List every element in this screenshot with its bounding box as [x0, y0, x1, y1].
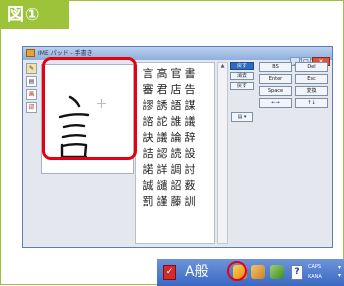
candidate-char[interactable]: 高: [155, 66, 169, 82]
candidate-list: 言高官書審君店告謬誘語謀諮詑誰議訣議論辞詰認読設諾詳調討誠譴詔薮罰謹藤訓: [135, 62, 215, 244]
options-dropdown[interactable]: ▤ ▾: [231, 112, 253, 122]
candidate-char[interactable]: 語: [169, 98, 183, 114]
del-key[interactable]: Del: [295, 62, 328, 72]
handwriting-area-highlight: [42, 57, 137, 160]
ime-logo-icon[interactable]: ✓: [163, 265, 176, 280]
app-icon: [26, 49, 35, 57]
caps-kana-indicator: CAPS KANA: [308, 262, 336, 284]
caps-label: CAPS: [308, 264, 322, 270]
convert-key[interactable]: 変換: [295, 86, 328, 96]
dictionary-icon[interactable]: [251, 265, 265, 279]
candidate-char[interactable]: 譴: [155, 178, 169, 194]
candidate-char[interactable]: 告: [183, 82, 197, 98]
undo-button[interactable]: 消去: [230, 72, 254, 80]
candidate-char[interactable]: 誠: [141, 178, 155, 194]
candidate-char[interactable]: 諾: [141, 162, 155, 178]
recognize-button[interactable]: 戻す: [230, 62, 254, 70]
candidate-scrollbar[interactable]: ▲: [217, 62, 228, 244]
stroke-count-tool-button[interactable]: 画: [26, 89, 37, 100]
figure-label: 図①: [1, 1, 69, 29]
kana-label: KANA: [308, 274, 322, 280]
candidate-char[interactable]: 言: [141, 66, 155, 82]
candidate-char[interactable]: 読: [169, 146, 183, 162]
candidate-char[interactable]: 討: [183, 162, 197, 178]
candidate-char[interactable]: 藤: [169, 194, 183, 210]
edit-buttons: 戻す 消去 戻す: [230, 62, 254, 92]
candidate-char[interactable]: 詑: [155, 114, 169, 130]
candidate-char[interactable]: 詳: [155, 162, 169, 178]
space-key[interactable]: Space: [259, 86, 292, 96]
candidate-char[interactable]: 訣: [141, 130, 155, 146]
candidate-char[interactable]: 議: [155, 130, 169, 146]
esc-key[interactable]: Esc: [295, 74, 328, 84]
candidate-char[interactable]: 書: [183, 66, 197, 82]
candidate-char[interactable]: 罰: [141, 194, 155, 210]
candidate-char[interactable]: 薮: [183, 178, 197, 194]
up-down-arrow-key[interactable]: ↑↓: [295, 98, 328, 108]
left-right-arrow-key[interactable]: ←→: [259, 98, 292, 108]
tool-icon[interactable]: [270, 265, 284, 279]
candidate-grid: 言高官書審君店告謬誘語謀諮詑誰議訣議論辞詰認読設諾詳調討誠譴詔薮罰謹藤訓: [141, 66, 197, 210]
candidate-char[interactable]: 謀: [183, 98, 197, 114]
candidate-char[interactable]: 君: [155, 82, 169, 98]
candidate-char[interactable]: 議: [183, 114, 197, 130]
candidate-char[interactable]: 設: [183, 146, 197, 162]
window-controls: _□✕: [289, 48, 330, 66]
candidate-char[interactable]: 店: [169, 82, 183, 98]
candidate-char[interactable]: 辞: [183, 130, 197, 146]
keypad: BS Del Enter Esc Space 変換 ←→ ↑↓: [259, 62, 330, 108]
candidate-char[interactable]: 謹: [155, 194, 169, 210]
candidate-char[interactable]: 誘: [155, 98, 169, 114]
list-tool-button[interactable]: ▤: [26, 76, 37, 87]
candidate-char[interactable]: 諮: [141, 114, 155, 130]
candidate-char[interactable]: 謬: [141, 98, 155, 114]
candidate-char[interactable]: 調: [169, 162, 183, 178]
handwriting-tool-button[interactable]: ✎: [26, 63, 37, 74]
figure-frame: 図① IME パッド - 手書き _□✕ ✎ ▤ 画 部: [0, 0, 344, 286]
scroll-up-icon[interactable]: ▲: [218, 63, 227, 70]
bs-key[interactable]: BS: [259, 62, 292, 72]
candidate-char[interactable]: 官: [169, 66, 183, 82]
candidate-char[interactable]: 詔: [169, 178, 183, 194]
help-icon[interactable]: ?: [291, 265, 303, 280]
candidate-char[interactable]: 訓: [183, 194, 197, 210]
candidate-char[interactable]: 論: [169, 130, 183, 146]
candidate-char[interactable]: 認: [155, 146, 169, 162]
enter-key[interactable]: Enter: [259, 74, 292, 84]
ime-pad-icon-highlight: [227, 261, 247, 281]
candidate-char[interactable]: 誰: [169, 114, 183, 130]
language-bar: ✓ A般 ? CAPS KANA ▾ ▾: [157, 259, 344, 286]
radical-tool-button[interactable]: 部: [26, 102, 37, 113]
clear-button[interactable]: 戻す: [230, 82, 254, 90]
candidate-char[interactable]: 詰: [141, 146, 155, 162]
input-mode-label[interactable]: A般: [185, 262, 209, 282]
tool-column: ✎ ▤ 画 部: [26, 63, 40, 115]
candidate-char[interactable]: 審: [141, 82, 155, 98]
options-arrow-icon[interactable]: ▾ ▾: [338, 264, 344, 280]
